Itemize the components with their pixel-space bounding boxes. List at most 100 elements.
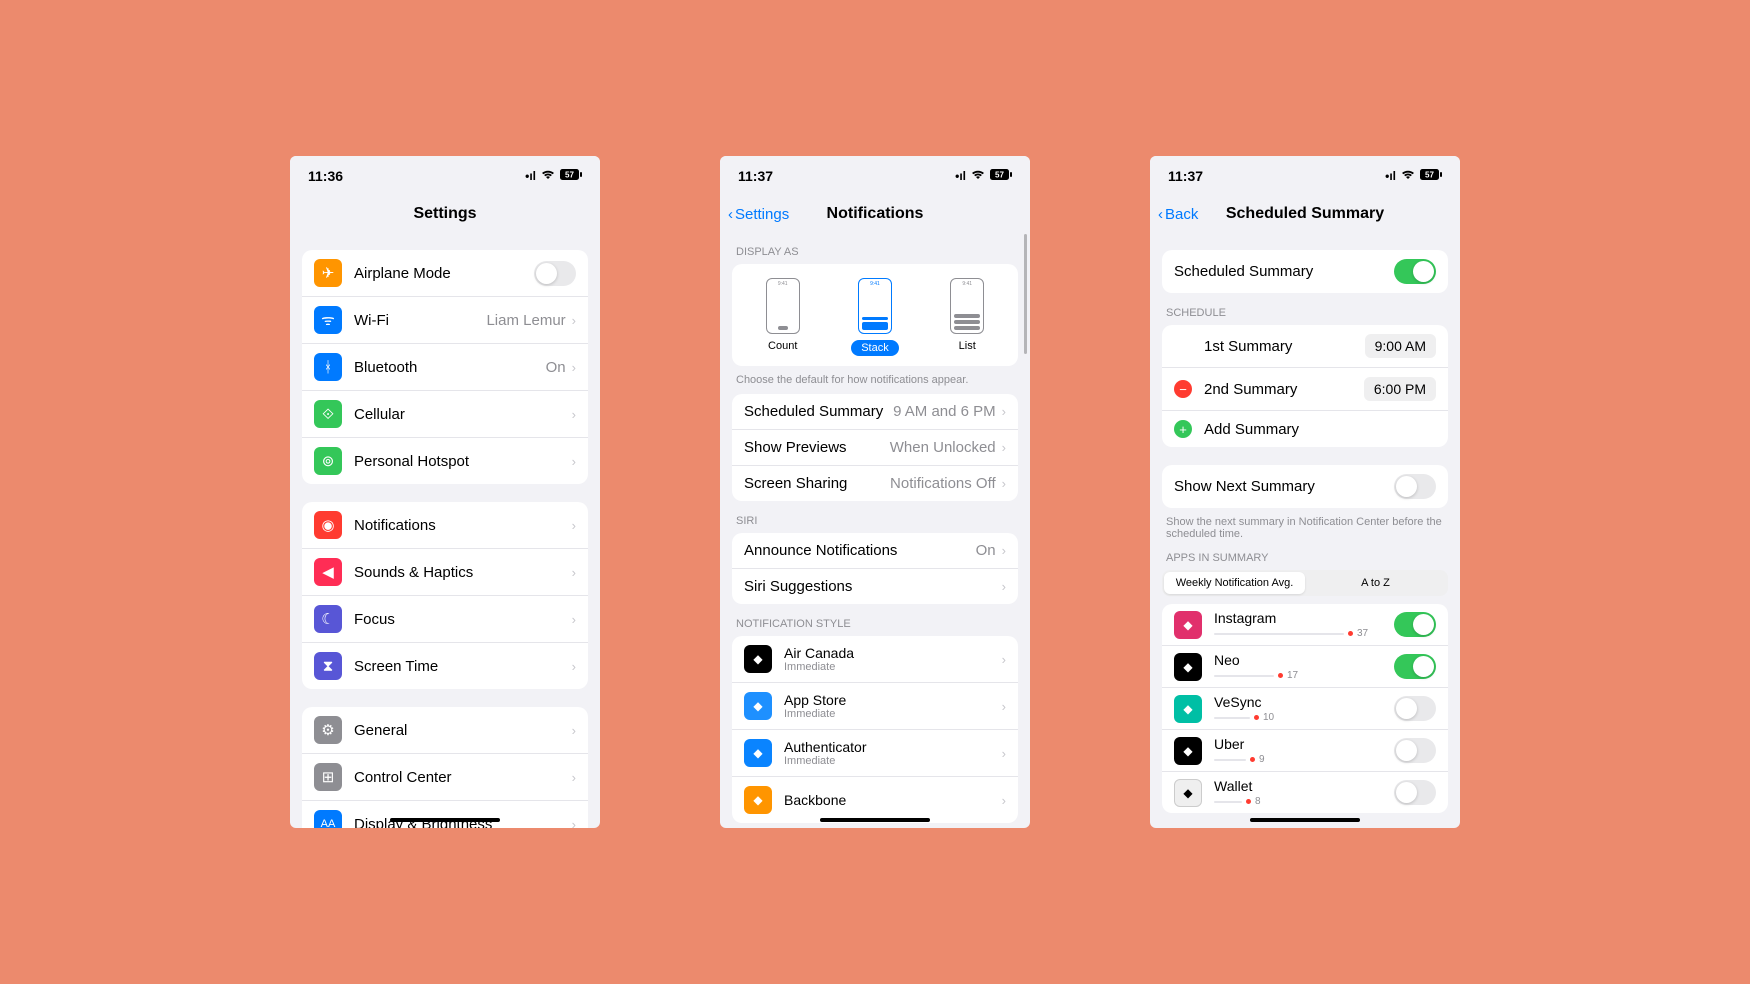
chevron-right-icon: › <box>572 360 576 375</box>
settings-row-sounds-haptics[interactable]: ◀Sounds & Haptics› <box>302 549 588 596</box>
settings-row-personal-hotspot[interactable]: ⊚Personal Hotspot› <box>302 438 588 484</box>
meter-dot-icon <box>1254 715 1259 720</box>
wifi-icon: ᯤ <box>314 306 342 334</box>
controls-icon: ⊞ <box>314 763 342 791</box>
chevron-right-icon: › <box>1002 652 1006 667</box>
show-next-summary-row[interactable]: Show Next Summary <box>1162 465 1448 508</box>
row-screen-sharing[interactable]: Screen SharingNotifications Off› <box>732 466 1018 501</box>
show-next-summary-toggle[interactable] <box>1394 474 1436 499</box>
schedule-row[interactable]: −2nd Summary6:00 PM <box>1162 368 1448 411</box>
home-indicator[interactable] <box>390 818 500 822</box>
row-label: Airplane Mode <box>354 265 534 282</box>
home-indicator[interactable] <box>820 818 930 822</box>
time-picker[interactable]: 9:00 AM <box>1365 334 1436 358</box>
row-siri-suggestions[interactable]: Siri Suggestions› <box>732 569 1018 604</box>
row-announce-notifications[interactable]: Announce NotificationsOn› <box>732 533 1018 569</box>
summary-content[interactable]: Scheduled Summary SCHEDULE 1st Summary9:… <box>1150 232 1460 828</box>
status-bar: 11:37 •ıl 57 <box>1150 156 1460 196</box>
app-name: Wallet <box>1214 778 1394 794</box>
settings-row-bluetooth[interactable]: ᚼBluetoothOn› <box>302 344 588 391</box>
chevron-right-icon: › <box>572 659 576 674</box>
seg-weekly-avg[interactable]: Weekly Notification Avg. <box>1164 572 1305 594</box>
row-label: Cellular <box>354 406 572 423</box>
display-option-stack[interactable]: 9:41 Stack <box>851 278 899 356</box>
app-toggle[interactable] <box>1394 612 1436 637</box>
add-summary-row[interactable]: +Add Summary <box>1162 411 1448 447</box>
settings-row-display-brightness[interactable]: AADisplay & Brightness› <box>302 801 588 828</box>
schedule-group: 1st Summary9:00 AM−2nd Summary6:00 PM+Ad… <box>1162 325 1448 447</box>
page-title: Notifications <box>827 205 924 223</box>
app-row-air-canada[interactable]: ◆Air CanadaImmediate› <box>732 636 1018 683</box>
chevron-right-icon: › <box>572 518 576 533</box>
row-label: Screen Time <box>354 658 572 675</box>
sound-icon: ◀ <box>314 558 342 586</box>
app-toggle[interactable] <box>1394 738 1436 763</box>
schedule-row[interactable]: 1st Summary9:00 AM <box>1162 325 1448 368</box>
app-icon: ◆ <box>1174 695 1202 723</box>
group-alerts: ◉Notifications›◀Sounds & Haptics›☾Focus›… <box>302 502 588 689</box>
settings-row-airplane-mode[interactable]: ✈Airplane Mode <box>302 250 588 297</box>
summary-app-row[interactable]: ◆Uber9 <box>1162 730 1448 772</box>
next-summary-label: Show Next Summary <box>1174 478 1394 495</box>
nav-bar: ‹ Settings Notifications <box>720 196 1030 232</box>
schedule-label: 1st Summary <box>1204 338 1365 355</box>
app-icon: ◆ <box>744 692 772 720</box>
notifications-content[interactable]: DISPLAY AS 9:41 Count 9:41 Stack 9:41 Li… <box>720 232 1030 828</box>
toggle[interactable] <box>534 261 576 286</box>
meter-dot-icon <box>1250 757 1255 762</box>
row-label: General <box>354 722 572 739</box>
row-scheduled-summary[interactable]: Scheduled Summary9 AM and 6 PM› <box>732 394 1018 430</box>
settings-row-focus[interactable]: ☾Focus› <box>302 596 588 643</box>
chevron-right-icon: › <box>572 565 576 580</box>
meter-dot-icon <box>1278 673 1283 678</box>
signal-icon: •ıl <box>955 169 966 183</box>
row-label: Bluetooth <box>354 359 546 376</box>
chevron-right-icon: › <box>1002 746 1006 761</box>
notification-count: 9 <box>1259 754 1265 765</box>
remove-icon[interactable]: − <box>1174 380 1192 398</box>
style-header: NOTIFICATION STYLE <box>720 604 1030 636</box>
back-label: Back <box>1165 206 1198 223</box>
app-row-app-store[interactable]: ◆App StoreImmediate› <box>732 683 1018 730</box>
home-indicator[interactable] <box>1250 818 1360 822</box>
scroll-indicator[interactable] <box>1024 234 1027 354</box>
chevron-right-icon: › <box>1002 699 1006 714</box>
settings-row-general[interactable]: ⚙General› <box>302 707 588 754</box>
time-picker[interactable]: 6:00 PM <box>1364 377 1436 401</box>
schedule-label: 2nd Summary <box>1204 381 1364 398</box>
settings-row-wi-fi[interactable]: ᯤWi-FiLiam Lemur› <box>302 297 588 344</box>
settings-row-control-center[interactable]: ⊞Control Center› <box>302 754 588 801</box>
app-toggle[interactable] <box>1394 696 1436 721</box>
status-icons: •ıl 57 <box>525 169 582 183</box>
settings-row-screen-time[interactable]: ⧗Screen Time› <box>302 643 588 689</box>
app-name: VeSync <box>1214 694 1394 710</box>
display-as-help: Choose the default for how notifications… <box>720 366 1030 394</box>
status-time: 11:37 <box>1168 168 1203 184</box>
scheduled-summary-toggle-row[interactable]: Scheduled Summary <box>1162 250 1448 293</box>
app-row-backbone[interactable]: ◆Backbone› <box>732 777 1018 823</box>
summary-app-row[interactable]: ◆Instagram37 <box>1162 604 1448 646</box>
sort-segmented-control[interactable]: Weekly Notification Avg. A to Z <box>1162 570 1448 596</box>
scheduled-summary-toggle[interactable] <box>1394 259 1436 284</box>
meter-dot-icon <box>1348 631 1353 636</box>
app-toggle[interactable] <box>1394 654 1436 679</box>
app-toggle[interactable] <box>1394 780 1436 805</box>
back-button[interactable]: ‹ Settings <box>728 206 789 223</box>
app-delivery: Immediate <box>784 708 1002 720</box>
summary-app-row[interactable]: ◆VeSync10 <box>1162 688 1448 730</box>
app-row-authenticator[interactable]: ◆AuthenticatorImmediate› <box>732 730 1018 777</box>
page-title: Scheduled Summary <box>1226 205 1384 223</box>
back-button[interactable]: ‹ Back <box>1158 206 1198 223</box>
add-icon[interactable]: + <box>1174 420 1192 438</box>
settings-content[interactable]: ✈Airplane ModeᯤWi-FiLiam Lemur›ᚼBluetoot… <box>290 232 600 828</box>
summary-app-row[interactable]: ◆Neo17 <box>1162 646 1448 688</box>
display-option-list[interactable]: 9:41 List <box>950 278 984 356</box>
settings-row-notifications[interactable]: ◉Notifications› <box>302 502 588 549</box>
app-name: Backbone <box>784 792 1002 808</box>
row-show-previews[interactable]: Show PreviewsWhen Unlocked› <box>732 430 1018 466</box>
battery-icon: 57 <box>1420 169 1442 183</box>
display-option-count[interactable]: 9:41 Count <box>766 278 800 356</box>
summary-app-row[interactable]: ◆Wallet8 <box>1162 772 1448 813</box>
settings-row-cellular[interactable]: ⟐Cellular› <box>302 391 588 438</box>
seg-a-to-z[interactable]: A to Z <box>1305 572 1446 594</box>
